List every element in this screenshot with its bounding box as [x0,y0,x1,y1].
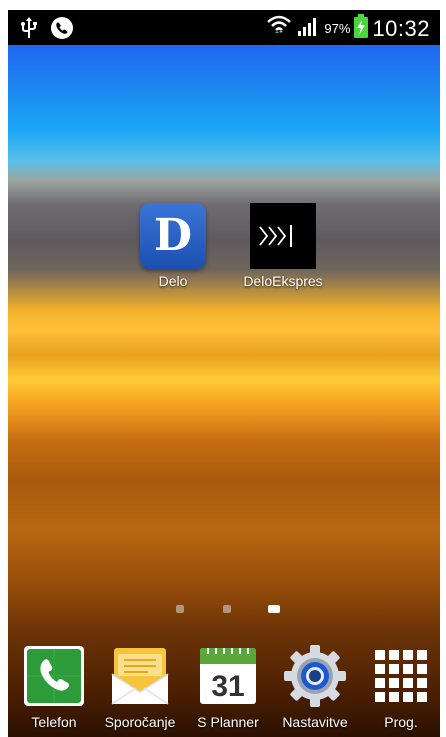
app-delo[interactable]: D Delo [123,203,223,289]
status-bar: 97% 10:32 [8,10,440,45]
battery-percent: 97% [324,21,351,36]
delo-app-icon: D [140,203,206,269]
phone-icon [22,644,86,708]
dock-item-prog[interactable]: Prog. [355,644,440,730]
app-label: Delo [158,273,188,289]
dock-label: Sporočanje [104,714,176,730]
dock-label: Prog. [384,714,418,730]
dock-item-telefon[interactable]: Telefon [8,644,100,730]
svg-text:31: 31 [211,670,244,703]
home-screen: 97% 10:32 D Delo DeloEkspres Telefon Spo… [8,10,440,737]
app-deloekspres[interactable]: DeloEkspres [233,203,333,289]
messaging-icon [108,644,172,708]
dock: Telefon Sporočanje 31 S Planner Nastavit… [8,644,440,737]
signal-icon [296,15,320,42]
dock-item-nastavitve[interactable]: Nastavitve [269,644,361,730]
page-dot-active[interactable] [268,605,280,613]
phone-call-icon [50,16,74,45]
wifi-icon [266,14,292,43]
dock-item-sporocanje[interactable]: Sporočanje [94,644,186,730]
app-label: DeloEkspres [243,273,323,289]
dock-label: Nastavitve [282,714,348,730]
apps-grid-icon [369,644,433,708]
battery-charging-icon [354,14,369,43]
dock-label: Telefon [31,714,77,730]
usb-icon [20,16,38,45]
page-dot[interactable] [176,605,184,613]
deloekspres-app-icon [250,203,316,269]
settings-icon [283,644,347,708]
dock-label: S Planner [197,714,259,730]
calendar-icon: 31 [196,644,260,708]
dock-item-s-planner[interactable]: 31 S Planner [182,644,274,730]
page-dot[interactable] [223,605,231,613]
clock: 10:32 [372,15,430,41]
